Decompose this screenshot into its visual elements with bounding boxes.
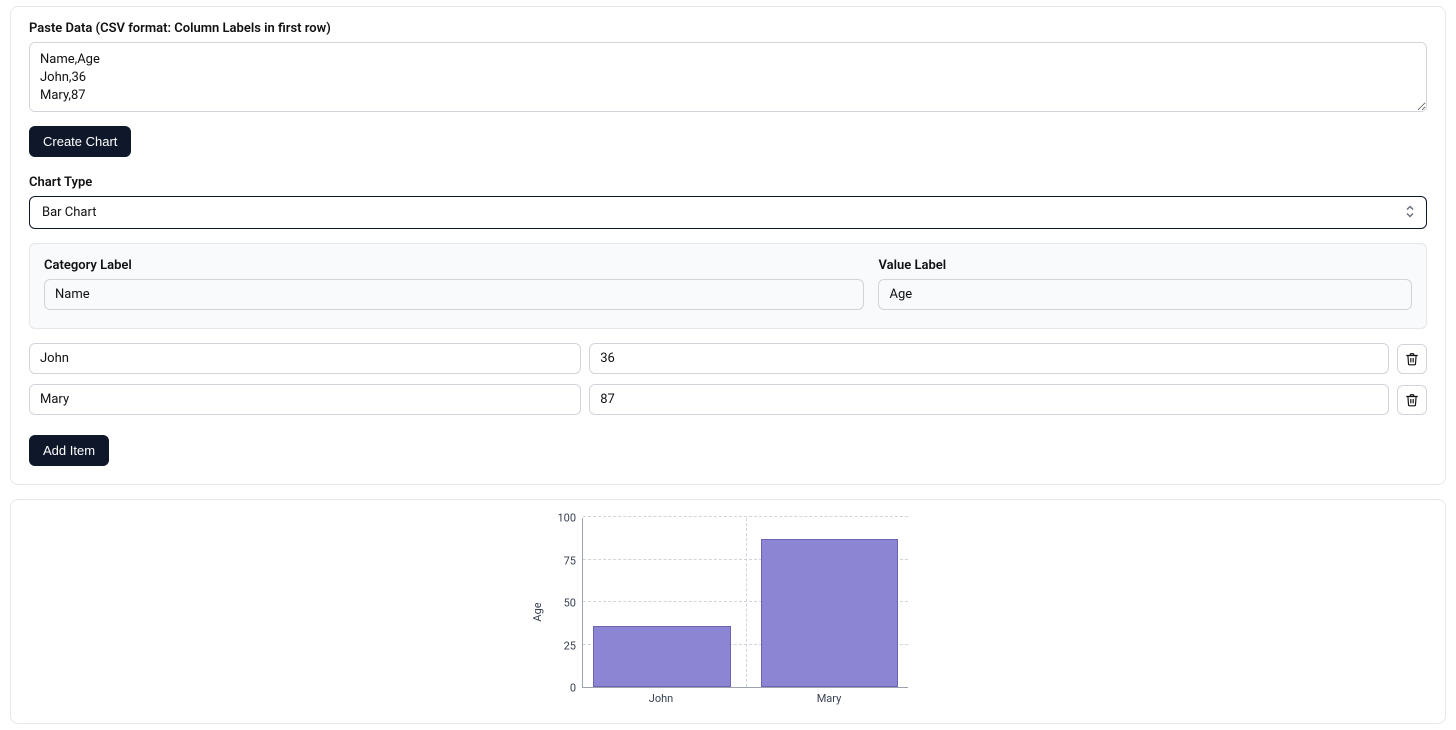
data-entry-card: Paste Data (CSV format: Column Labels in…	[10, 6, 1446, 485]
chart-type-label: Chart Type	[29, 175, 1427, 190]
row-value-input[interactable]	[589, 384, 1389, 415]
chart-x-tick: Mary	[760, 688, 898, 705]
chart-type-select[interactable]: Bar Chart	[29, 196, 1427, 229]
chart-x-axis: John Mary	[582, 688, 908, 705]
chart-card: Age 0 25 50 75 100 John Mary	[10, 499, 1446, 724]
data-row	[29, 384, 1427, 415]
chart-x-tick: John	[592, 688, 730, 705]
chart-y-tick: 50	[564, 597, 576, 610]
paste-data-label: Paste Data (CSV format: Column Labels in…	[29, 21, 1427, 36]
chart-y-tick: 0	[570, 682, 576, 695]
chart-plot	[582, 518, 908, 688]
delete-row-button[interactable]	[1397, 344, 1427, 374]
chart-bar	[593, 626, 731, 687]
labels-panel: Category Label Value Label	[29, 243, 1427, 329]
value-label-input[interactable]	[878, 279, 1412, 310]
delete-row-button[interactable]	[1397, 385, 1427, 415]
row-value-input[interactable]	[589, 343, 1389, 374]
add-item-button[interactable]: Add Item	[29, 435, 109, 466]
category-label-input[interactable]	[44, 279, 864, 310]
chart-y-axis: 0255075100	[548, 518, 582, 688]
chart-y-tick: 75	[564, 554, 576, 567]
chart-bar	[761, 539, 899, 687]
row-category-input[interactable]	[29, 343, 581, 374]
chart-y-tick: 25	[564, 639, 576, 652]
trash-icon	[1405, 352, 1419, 366]
data-row	[29, 343, 1427, 374]
value-label-heading: Value Label	[878, 258, 1412, 273]
paste-data-textarea[interactable]	[29, 42, 1427, 112]
chart-grid-line	[746, 518, 747, 687]
chart-grid-line	[583, 516, 908, 517]
chart-y-axis-label: Age	[531, 602, 544, 621]
chart-area: Age 0255075100 JohnMary	[548, 518, 908, 705]
category-label-heading: Category Label	[44, 258, 864, 273]
chart-y-tick: 100	[557, 512, 576, 525]
data-rows	[29, 343, 1427, 415]
row-category-input[interactable]	[29, 384, 581, 415]
create-chart-button[interactable]: Create Chart	[29, 126, 131, 157]
trash-icon	[1405, 393, 1419, 407]
